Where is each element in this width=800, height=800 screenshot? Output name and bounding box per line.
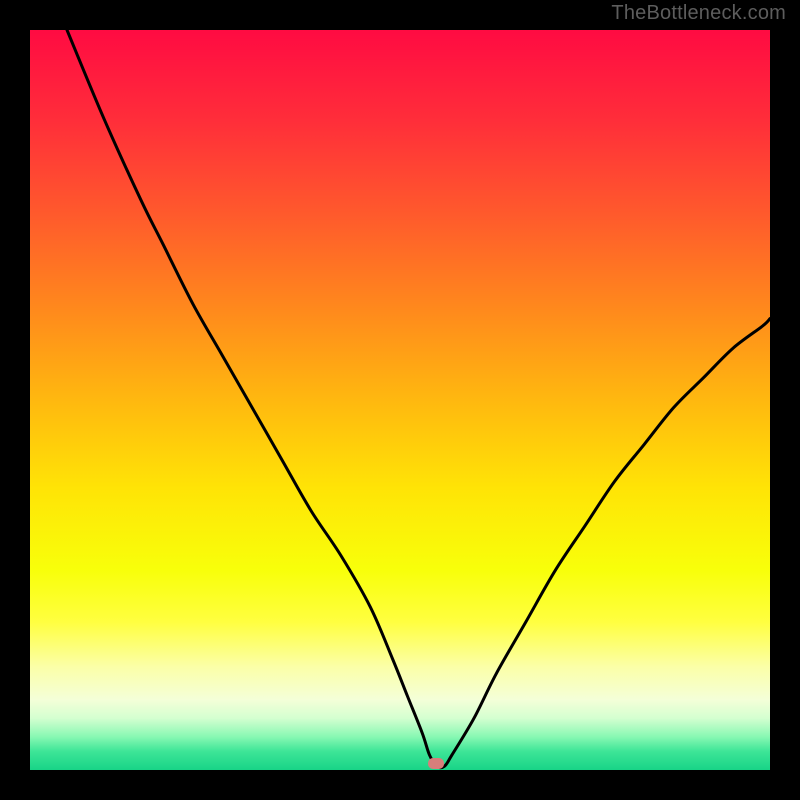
gradient-background bbox=[30, 30, 770, 770]
watermark-text: TheBottleneck.com bbox=[611, 2, 786, 25]
chart-frame: TheBottleneck.com bbox=[0, 0, 800, 800]
min-point-marker bbox=[428, 758, 444, 769]
chart-plot bbox=[30, 30, 770, 770]
